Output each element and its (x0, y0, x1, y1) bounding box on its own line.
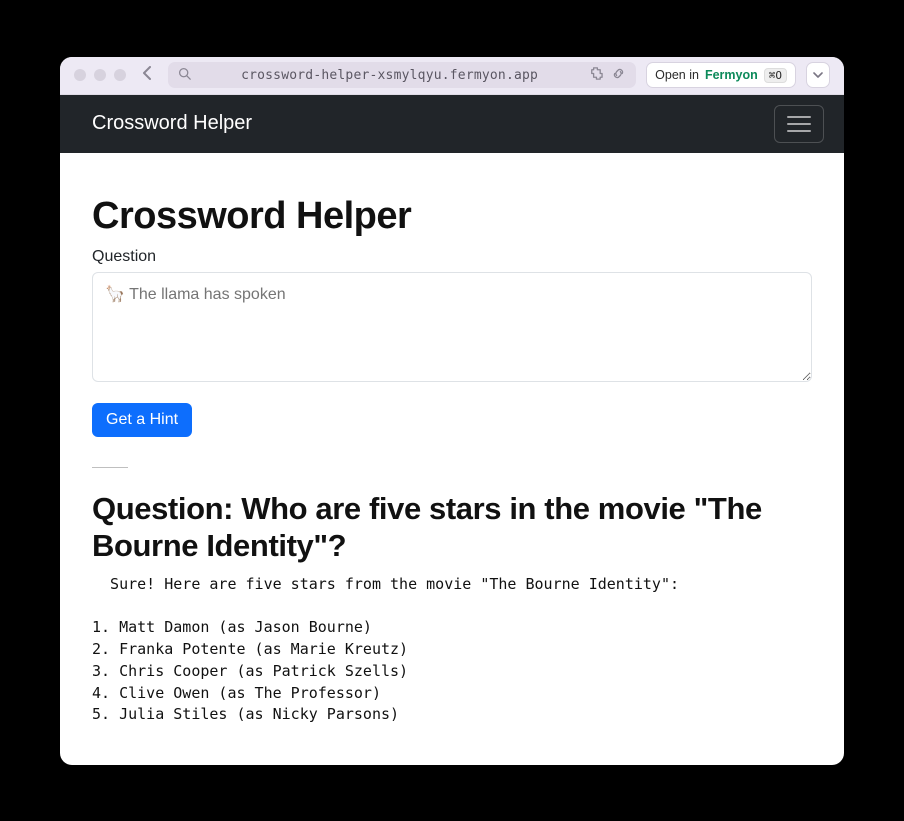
traffic-lights (74, 69, 126, 81)
answer-text: Sure! Here are five stars from the movie… (92, 574, 812, 726)
open-in-fermyon-button[interactable]: Open in Fermyon ⌘O (646, 62, 796, 88)
minimize-window-button[interactable] (94, 69, 106, 81)
content-area: Crossword Helper Crossword Helper Questi… (60, 95, 844, 765)
app-navbar: Crossword Helper (60, 95, 844, 153)
divider (92, 467, 128, 468)
url-right-icons (588, 66, 626, 84)
extension-icon[interactable] (588, 66, 603, 84)
get-hint-button[interactable]: Get a Hint (92, 403, 192, 437)
open-in-shortcut: ⌘O (764, 68, 787, 83)
question-input[interactable] (92, 272, 812, 382)
chevron-down-icon (813, 71, 823, 79)
open-in-dropdown[interactable] (806, 62, 830, 88)
search-icon (178, 67, 191, 83)
navbar-brand[interactable]: Crossword Helper (92, 112, 252, 135)
navbar-toggle[interactable] (774, 105, 824, 143)
url-bar[interactable]: crossword-helper-xsmylqyu.fermyon.app (168, 62, 636, 88)
page-body: Crossword Helper Question Get a Hint Que… (60, 153, 844, 747)
open-in-prefix: Open in (655, 68, 699, 82)
page-title: Crossword Helper (92, 195, 812, 238)
url-text: crossword-helper-xsmylqyu.fermyon.app (199, 68, 580, 83)
back-button[interactable] (136, 66, 158, 85)
result-heading: Question: Who are five stars in the movi… (92, 490, 812, 564)
titlebar: crossword-helper-xsmylqyu.fermyon.app Op… (60, 57, 844, 95)
open-in-brand: Fermyon (705, 68, 758, 82)
scroll-area[interactable]: Crossword Helper Crossword Helper Questi… (60, 95, 844, 765)
browser-window: crossword-helper-xsmylqyu.fermyon.app Op… (60, 57, 844, 765)
link-icon[interactable] (611, 66, 626, 84)
close-window-button[interactable] (74, 69, 86, 81)
question-label: Question (92, 248, 812, 266)
maximize-window-button[interactable] (114, 69, 126, 81)
hamburger-icon (786, 114, 812, 134)
